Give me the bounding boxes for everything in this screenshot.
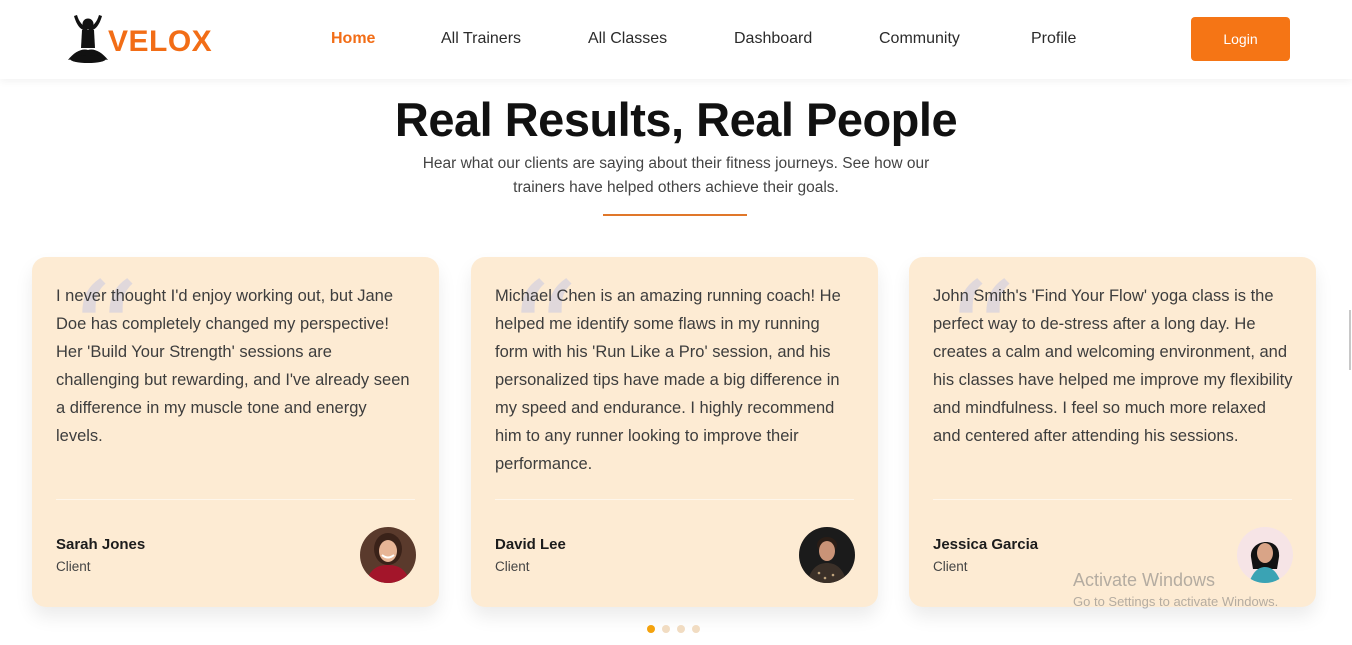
author-name: Jessica Garcia: [933, 536, 1039, 553]
nav-all-trainers[interactable]: All Trainers: [441, 30, 521, 48]
nav-dashboard[interactable]: Dashboard: [734, 30, 812, 48]
section-title: Real Results, Real People: [394, 93, 958, 146]
avatar: [360, 527, 416, 583]
meditation-figure-icon: [68, 15, 108, 63]
brand-logo[interactable]: VELOX: [64, 14, 212, 66]
brand-name: VELOX: [108, 25, 213, 58]
author-name: David Lee: [495, 536, 566, 553]
author-role: Client: [56, 559, 91, 574]
nav-all-classes[interactable]: All Classes: [588, 30, 667, 48]
testimonial-text: I never thought I'd enjoy working out, b…: [56, 287, 410, 445]
testimonial-card: “ I never thought I'd enjoy working out,…: [32, 257, 439, 607]
nav-home[interactable]: Home: [331, 30, 375, 48]
carousel-dot[interactable]: [692, 625, 700, 633]
scrollbar[interactable]: [1349, 310, 1351, 370]
testimonial-card: “ Michael Chen is an amazing running coa…: [471, 257, 878, 607]
carousel-dot[interactable]: [677, 625, 685, 633]
testimonial-text: Michael Chen is an amazing running coach…: [495, 287, 841, 473]
card-divider: [56, 499, 415, 500]
author-name: Sarah Jones: [56, 536, 146, 553]
section-subtitle: Hear what our clients are saying about t…: [422, 155, 930, 196]
windows-activation-watermark: Activate Windows Go to Settings to activ…: [1073, 570, 1278, 609]
watermark-title: Activate Windows: [1073, 570, 1216, 590]
section-divider: [603, 214, 747, 216]
testimonial-card: “ John Smith's 'Find Your Flow' yoga cla…: [909, 257, 1316, 607]
carousel-dot[interactable]: [662, 625, 670, 633]
testimonial-text: John Smith's 'Find Your Flow' yoga class…: [933, 287, 1293, 445]
nav-profile[interactable]: Profile: [1031, 30, 1076, 48]
watermark-subtitle: Go to Settings to activate Windows.: [1073, 594, 1279, 609]
login-button[interactable]: Login: [1191, 17, 1290, 61]
author-role: Client: [495, 559, 530, 574]
carousel-pagination: [647, 625, 700, 633]
nav-community[interactable]: Community: [879, 30, 960, 48]
card-divider: [495, 499, 854, 500]
author-role: Client: [933, 559, 968, 574]
carousel-dot[interactable]: [647, 625, 655, 633]
avatar: [799, 527, 855, 583]
card-divider: [933, 499, 1292, 500]
navbar: VELOX Home All Trainers All Classes Dash…: [0, 0, 1352, 79]
